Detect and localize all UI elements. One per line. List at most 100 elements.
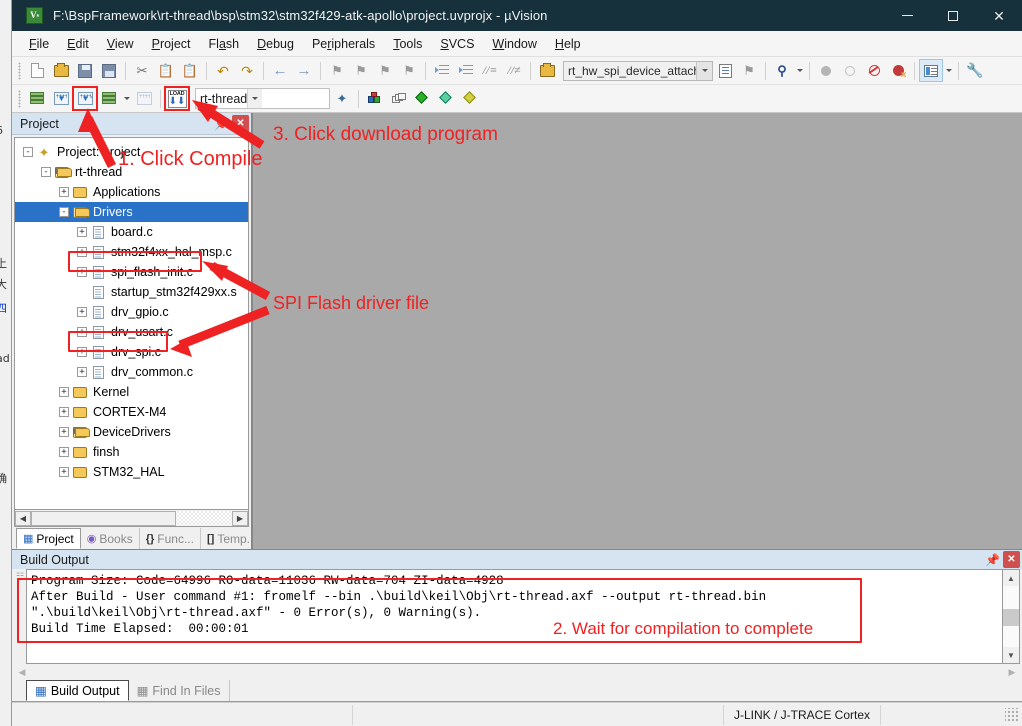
project-tab-books[interactable]: ◉Books [81, 528, 140, 549]
menu-tools[interactable]: Tools [384, 34, 431, 54]
menu-flash[interactable]: Flash [200, 34, 249, 54]
comment-button[interactable]: //≡ [478, 59, 502, 82]
project-tab-func[interactable]: {}Func... [140, 528, 201, 549]
expand-icon[interactable]: + [77, 367, 87, 377]
indent-button[interactable] [430, 59, 454, 82]
tree-item-drv-gpio-c[interactable]: +drv_gpio.c [15, 302, 248, 322]
expand-icon[interactable]: + [59, 427, 69, 437]
expand-icon[interactable]: + [77, 267, 87, 277]
hscroll-thumb[interactable] [31, 511, 176, 526]
target-options-wizard-button[interactable]: ✦ [330, 87, 354, 110]
expand-icon[interactable]: + [77, 247, 87, 257]
target-chevron-down-icon[interactable] [247, 89, 262, 108]
build-output-close-icon[interactable]: ✕ [1003, 551, 1020, 568]
minimize-button[interactable] [884, 0, 930, 31]
pin-icon[interactable]: 📌 [213, 115, 230, 132]
configure-flash-download-button[interactable] [435, 87, 459, 110]
expand-icon[interactable]: + [59, 407, 69, 417]
configure-flash-tools-button[interactable] [411, 87, 435, 110]
outdent-button[interactable] [454, 59, 478, 82]
build-scroll-left-icon[interactable]: ◀ [14, 667, 30, 678]
translate-file-button[interactable] [25, 87, 49, 110]
paste-button[interactable]: 📋 [178, 59, 202, 82]
save-all-button[interactable] [97, 59, 121, 82]
project-panel-close-icon[interactable]: ✕ [232, 115, 249, 132]
tree-item-kernel[interactable]: +Kernel [15, 382, 248, 402]
project-tree[interactable]: -✦Project: project-▦rt-thread+Applicatio… [14, 137, 249, 510]
window-list-button[interactable] [919, 59, 943, 82]
chevron-down-icon[interactable] [696, 62, 712, 80]
batch-build-dropdown[interactable] [121, 87, 132, 110]
batch-build-button[interactable] [97, 87, 121, 110]
insert-breakpoint-button[interactable] [814, 59, 838, 82]
scroll-down-icon[interactable]: ▼ [1003, 647, 1019, 663]
output-tab-build-output[interactable]: ▦Build Output [26, 680, 129, 701]
expand-icon[interactable]: + [59, 467, 69, 477]
new-file-button[interactable] [25, 59, 49, 82]
menu-file[interactable]: File [20, 34, 58, 54]
build-output-text[interactable]: Program Size: Code=64996 RO-data=11036 R… [26, 569, 1003, 664]
uncomment-button[interactable]: //≠ [502, 59, 526, 82]
tree-item-cortex-m4[interactable]: +CORTEX-M4 [15, 402, 248, 422]
tree-item-spi-flash-init-c[interactable]: +spi_flash_init.c [15, 262, 248, 282]
navigate-forward-button[interactable]: → [292, 59, 316, 82]
expand-icon[interactable]: + [77, 327, 87, 337]
vscroll-thumb[interactable] [1003, 609, 1019, 626]
expand-icon[interactable]: + [77, 307, 87, 317]
tree-item-drv-spi-c[interactable]: +drv_spi.c [15, 342, 248, 362]
build-output-hscrollbar[interactable]: ◀ ▶ [12, 664, 1022, 680]
clear-bookmarks-button[interactable]: ⚑ [397, 59, 421, 82]
toggle-bookmark-button[interactable]: ⚑ [325, 59, 349, 82]
navigate-back-button[interactable]: ← [268, 59, 292, 82]
function-search-combo[interactable]: rt_hw_spi_device_attach [563, 61, 713, 81]
tree-item-startup-stm32f429xx-s[interactable]: startup_stm32f429xx.s [15, 282, 248, 302]
scroll-left-icon[interactable]: ◀ [15, 511, 31, 526]
window-list-dropdown[interactable] [943, 59, 954, 82]
tree-item-applications[interactable]: +Applications [15, 182, 248, 202]
rebuild-all-button[interactable]: ▼▼ [73, 87, 97, 110]
copy-button[interactable]: 📋 [154, 59, 178, 82]
tree-item-rt-thread[interactable]: -▦rt-thread [15, 162, 248, 182]
tree-item-stm32-hal[interactable]: +STM32_HAL [15, 462, 248, 482]
build-toolbar-grip[interactable] [18, 90, 21, 108]
pack-installer-button[interactable] [459, 87, 483, 110]
open-file-button[interactable] [49, 59, 73, 82]
tree-item-drv-usart-c[interactable]: +drv_usart.c [15, 322, 248, 342]
menu-svcs[interactable]: SVCS [431, 34, 483, 54]
build-target-button[interactable]: ▼ [49, 87, 73, 110]
goto-definition-button[interactable] [713, 59, 737, 82]
maximize-button[interactable] [930, 0, 976, 31]
target-combo[interactable]: rt-thread [195, 88, 330, 109]
configure-toolbars-button[interactable]: 🔧 [963, 59, 987, 82]
close-button[interactable]: ✕ [976, 0, 1022, 31]
previous-bookmark-button[interactable]: ⚑ [349, 59, 373, 82]
hscroll-track[interactable] [31, 511, 232, 526]
toolbar-grip[interactable] [18, 62, 21, 80]
tree-item-finsh[interactable]: +finsh [15, 442, 248, 462]
tree-item-stm32f4xx-hal-msp-c[interactable]: +stm32f4xx_hal_msp.c [15, 242, 248, 262]
expand-icon[interactable]: + [77, 347, 87, 357]
expand-icon[interactable]: + [59, 447, 69, 457]
disable-all-breakpoints-button[interactable] [862, 59, 886, 82]
manage-project-items-button[interactable] [387, 87, 411, 110]
find-references-button[interactable]: ⚑ [737, 59, 761, 82]
menu-edit[interactable]: Edit [58, 34, 98, 54]
next-bookmark-button[interactable]: ⚑ [373, 59, 397, 82]
download-button[interactable]: LOAD⬇⬇ [165, 87, 189, 110]
stop-build-button[interactable] [132, 87, 156, 110]
tree-item-drivers[interactable]: -Drivers [15, 202, 248, 222]
undo-button[interactable]: ↶ [211, 59, 235, 82]
menu-peripherals[interactable]: Peripherals [303, 34, 384, 54]
menu-help[interactable]: Help [546, 34, 590, 54]
scroll-up-icon[interactable]: ▲ [1003, 570, 1019, 586]
enable-breakpoint-button[interactable] [838, 59, 862, 82]
menu-view[interactable]: View [98, 34, 143, 54]
collapse-icon[interactable]: - [23, 147, 33, 157]
save-button[interactable] [73, 59, 97, 82]
tree-item-project-project[interactable]: -✦Project: project [15, 142, 248, 162]
tree-item-board-c[interactable]: +board.c [15, 222, 248, 242]
collapse-icon[interactable]: - [59, 207, 69, 217]
expand-icon[interactable]: + [77, 227, 87, 237]
open-file-at-cursor-button[interactable] [535, 59, 559, 82]
tree-item-drv-common-c[interactable]: +drv_common.c [15, 362, 248, 382]
